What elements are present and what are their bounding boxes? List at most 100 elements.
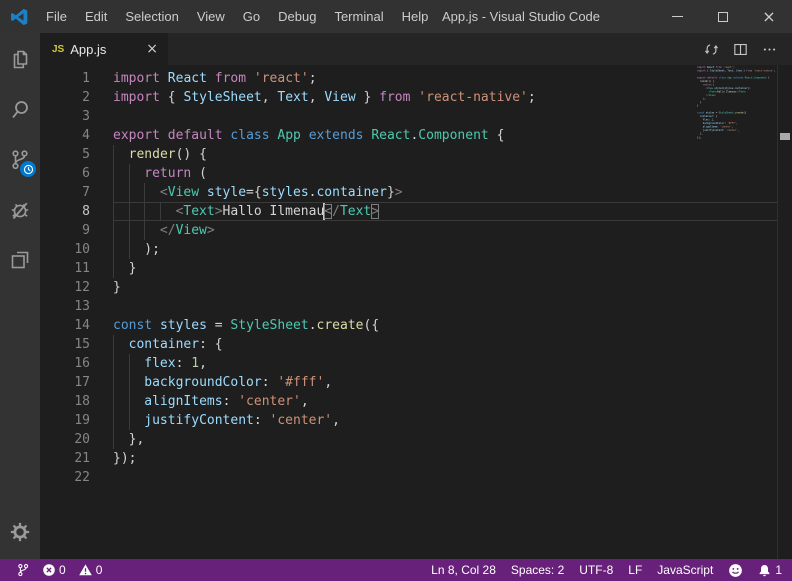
code-line[interactable]: 18alignItems: 'center', xyxy=(40,392,777,411)
code-line[interactable]: 4export default class App extends React.… xyxy=(40,126,777,145)
indentation[interactable]: Spaces: 2 xyxy=(511,563,564,577)
menu-view[interactable]: View xyxy=(188,0,234,33)
code-editor[interactable]: 1import React from 'react';2import { Sty… xyxy=(40,65,792,559)
line-number[interactable]: 21 xyxy=(40,449,113,468)
line-code[interactable]: }); xyxy=(113,449,777,468)
line-number[interactable]: 9 xyxy=(40,221,113,240)
minimize-button[interactable] xyxy=(654,0,700,33)
menu-selection[interactable]: Selection xyxy=(116,0,187,33)
line-number[interactable]: 22 xyxy=(40,468,113,487)
line-code[interactable] xyxy=(113,468,777,487)
code-line[interactable]: 14const styles = StyleSheet.create({ xyxy=(40,316,777,335)
git-branch-item[interactable] xyxy=(16,562,30,578)
line-number[interactable]: 4 xyxy=(40,126,113,145)
eol-sequence[interactable]: LF xyxy=(628,563,642,577)
split-editor-icon[interactable] xyxy=(732,41,749,58)
line-number[interactable]: 3 xyxy=(40,107,113,126)
line-number[interactable]: 7 xyxy=(40,183,113,202)
menu-edit[interactable]: Edit xyxy=(76,0,116,33)
line-code[interactable]: ); xyxy=(113,240,777,259)
line-number[interactable]: 10 xyxy=(40,240,113,259)
line-code[interactable]: </View> xyxy=(113,221,777,240)
code-line[interactable]: 13 xyxy=(40,297,777,316)
line-number[interactable]: 20 xyxy=(40,430,113,449)
tab-appjs[interactable]: JS App.js × xyxy=(40,33,168,65)
line-code[interactable]: <View style={styles.container}> xyxy=(113,183,777,202)
code-line[interactable]: 21}); xyxy=(40,449,777,468)
code-line[interactable]: 15container: { xyxy=(40,335,777,354)
menu-go[interactable]: Go xyxy=(234,0,269,33)
line-number[interactable]: 13 xyxy=(40,297,113,316)
line-number[interactable]: 14 xyxy=(40,316,113,335)
line-number[interactable]: 12 xyxy=(40,278,113,297)
code-line[interactable]: 17backgroundColor: '#fff', xyxy=(40,373,777,392)
code-line[interactable]: 7<View style={styles.container}> xyxy=(40,183,777,202)
line-code[interactable]: <Text>Hallo Ilmenau</Text> xyxy=(113,202,777,221)
code-line[interactable]: 22 xyxy=(40,468,777,487)
code-line[interactable]: 1import React from 'react'; xyxy=(40,69,777,88)
line-code[interactable]: flex: 1, xyxy=(113,354,777,373)
code-line[interactable]: 3 xyxy=(40,107,777,126)
line-code[interactable] xyxy=(113,297,777,316)
line-code[interactable]: container: { xyxy=(113,335,777,354)
line-code[interactable]: } xyxy=(113,259,777,278)
manage-settings[interactable] xyxy=(0,507,40,557)
encoding[interactable]: UTF-8 xyxy=(579,563,613,577)
maximize-button[interactable] xyxy=(700,0,746,33)
line-number[interactable]: 1 xyxy=(40,69,113,88)
code-line[interactable]: 16flex: 1, xyxy=(40,354,777,373)
cursor-position[interactable]: Ln 8, Col 28 xyxy=(431,563,496,577)
tab-close-icon[interactable]: × xyxy=(146,41,158,57)
line-code[interactable]: return ( xyxy=(113,164,777,183)
activity-debug[interactable] xyxy=(0,185,40,235)
activity-source-control[interactable] xyxy=(0,135,40,185)
minimap[interactable]: import React from 'react';import { Style… xyxy=(697,65,777,365)
line-number[interactable]: 2 xyxy=(40,88,113,107)
code-line[interactable]: 20}, xyxy=(40,430,777,449)
code-line[interactable]: 19justifyContent: 'center', xyxy=(40,411,777,430)
line-code[interactable] xyxy=(113,107,777,126)
code-line[interactable]: 12} xyxy=(40,278,777,297)
activity-search[interactable] xyxy=(0,85,40,135)
line-code[interactable]: } xyxy=(113,278,777,297)
line-code[interactable]: render() { xyxy=(113,145,777,164)
code-line[interactable]: 5render() { xyxy=(40,145,777,164)
open-changes-icon[interactable] xyxy=(703,41,720,58)
menu-terminal[interactable]: Terminal xyxy=(325,0,392,33)
line-number[interactable]: 19 xyxy=(40,411,113,430)
more-actions-icon[interactable] xyxy=(761,41,778,58)
line-number[interactable]: 18 xyxy=(40,392,113,411)
line-number[interactable]: 11 xyxy=(40,259,113,278)
code-line[interactable]: 10); xyxy=(40,240,777,259)
code-line[interactable]: 6return ( xyxy=(40,164,777,183)
close-button[interactable]: × xyxy=(746,0,792,33)
code-line[interactable]: 9</View> xyxy=(40,221,777,240)
activity-extensions[interactable] xyxy=(0,235,40,285)
line-number[interactable]: 5 xyxy=(40,145,113,164)
activity-explorer[interactable] xyxy=(0,35,40,85)
line-number[interactable]: 8 xyxy=(40,202,113,221)
feedback-item[interactable] xyxy=(728,563,743,578)
overview-ruler[interactable] xyxy=(777,65,792,559)
menu-file[interactable]: File xyxy=(37,0,76,33)
line-code[interactable]: import { StyleSheet, Text, View } from '… xyxy=(113,88,777,107)
line-code[interactable]: }, xyxy=(113,430,777,449)
problems-item[interactable]: 0 0 xyxy=(42,563,102,577)
line-code[interactable]: backgroundColor: '#fff', xyxy=(113,373,777,392)
line-number[interactable]: 15 xyxy=(40,335,113,354)
language-mode[interactable]: JavaScript xyxy=(657,563,713,577)
code-line[interactable]: 2import { StyleSheet, Text, View } from … xyxy=(40,88,777,107)
line-number[interactable]: 17 xyxy=(40,373,113,392)
line-number[interactable]: 6 xyxy=(40,164,113,183)
line-code[interactable]: export default class App extends React.C… xyxy=(113,126,777,145)
code-line[interactable]: 11} xyxy=(40,259,777,278)
line-code[interactable]: import React from 'react'; xyxy=(113,69,777,88)
notifications-item[interactable]: 1 xyxy=(758,563,782,578)
menu-debug[interactable]: Debug xyxy=(269,0,325,33)
line-code[interactable]: justifyContent: 'center', xyxy=(113,411,777,430)
code-line[interactable]: 8<Text>Hallo Ilmenau</Text> xyxy=(40,202,777,221)
menu-help[interactable]: Help xyxy=(393,0,438,33)
line-code[interactable]: alignItems: 'center', xyxy=(113,392,777,411)
line-code[interactable]: const styles = StyleSheet.create({ xyxy=(113,316,777,335)
line-number[interactable]: 16 xyxy=(40,354,113,373)
